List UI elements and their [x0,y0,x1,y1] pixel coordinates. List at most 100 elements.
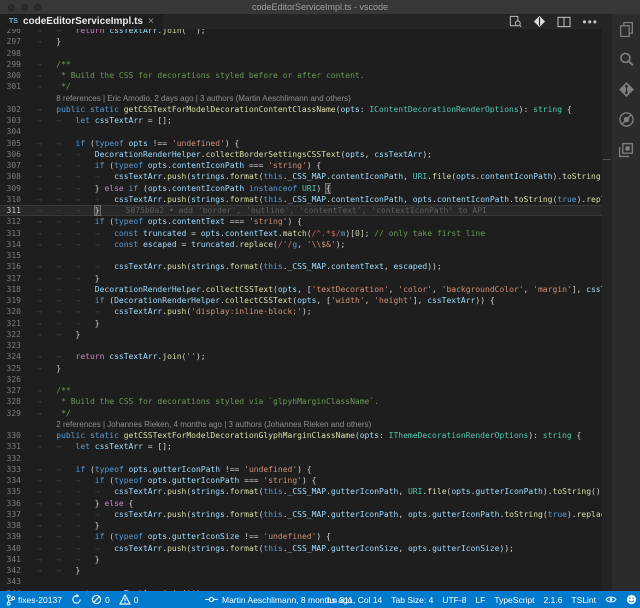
language-mode[interactable]: TypeScript [494,595,534,605]
code-line[interactable]: 314→ → → → const escaped = truncated.rep… [0,239,602,250]
code-line[interactable]: 308→ → → → cssTextArr.push(strings.forma… [0,171,602,182]
line-number[interactable]: 304 [0,126,21,137]
line-number[interactable]: 323 [0,340,21,351]
line-number[interactable]: 310 [0,194,21,205]
code-line[interactable]: 332 [0,453,602,464]
line-number[interactable]: 297 [0,36,21,47]
minimize-window-button[interactable] [21,4,28,11]
code-line[interactable]: 317→ → → } [0,273,602,284]
debug-icon[interactable] [618,111,635,128]
line-number[interactable]: 315 [0,250,21,261]
code-line[interactable]: 343 [0,576,602,587]
close-window-button[interactable] [8,4,15,11]
line-number[interactable]: 316 [0,261,21,272]
line-number[interactable]: 303 [0,115,21,126]
line-number[interactable]: 341 [0,554,21,565]
code-line[interactable]: 298 [0,48,602,59]
tab-close-icon[interactable]: × [148,16,154,27]
code-line[interactable]: 296→ → return cssTextArr.join(''); [0,29,602,36]
warning-indicator[interactable]: 0 [119,594,139,605]
code-line[interactable]: 336→ → → } else { [0,498,602,509]
codelens-text[interactable]: 8 references | Eric Amodio, 2 days ago |… [21,93,351,104]
line-number[interactable]: 343 [0,576,21,587]
code-line[interactable]: 320→ → → → cssTextArr.push('display:inli… [0,306,602,317]
line-number[interactable]: 340 [0,543,21,554]
search-icon[interactable] [618,51,635,68]
code-line[interactable]: 325→ } [0,363,602,374]
line-number[interactable]: 342 [0,565,21,576]
line-number[interactable]: 311 [0,205,21,216]
code-line[interactable]: 307→ → → if (typeof opts.contentIconPath… [0,160,602,171]
eol-indicator[interactable]: LF [475,595,485,605]
code-line[interactable]: 324→ → return cssTextArr.join(''); [0,351,602,362]
line-number[interactable]: 337 [0,509,21,520]
line-number[interactable]: 339 [0,531,21,542]
code-line[interactable]: 312→ → → if (typeof opts.contentText ===… [0,216,602,227]
code-line[interactable]: 329→ */ [0,408,602,419]
code-line[interactable]: 321→ → → } [0,318,602,329]
code-line[interactable]: 310→ → → → cssTextArr.push(strings.forma… [0,194,602,205]
code-line[interactable]: 306→ → → DecorationRenderHelper.collectB… [0,149,602,160]
typescript-version[interactable]: 2.1.6 [544,595,563,605]
zoom-window-button[interactable] [34,4,41,11]
code-line[interactable]: 301→ */ [0,81,602,92]
line-number[interactable]: 309 [0,183,21,194]
line-number[interactable]: 320 [0,306,21,317]
code-line[interactable]: 339→ → → if (typeof opts.gutterIconSize … [0,531,602,542]
code-line[interactable]: 335→ → → → cssTextArr.push(strings.forma… [0,486,602,497]
line-number[interactable]: 330 [0,430,21,441]
split-editor-icon[interactable] [557,16,571,28]
line-number[interactable]: 331 [0,441,21,452]
line-number[interactable]: 322 [0,329,21,340]
feedback-smiley-button[interactable] [626,594,637,605]
code-line[interactable]: 333→ → if (typeof opts.gutterIconPath !=… [0,464,602,475]
code-line[interactable]: 334→ → → if (typeof opts.gutterIconPath … [0,475,602,486]
preview-eye-button[interactable] [605,595,617,604]
line-number[interactable]: 324 [0,351,21,362]
line-number[interactable]: 299 [0,59,21,70]
line-number[interactable]: 329 [0,408,21,419]
code-line[interactable]: 311→ → → }5875b0a2 • add 'border', 'outl… [0,205,602,216]
error-indicator[interactable]: 0 [91,594,110,605]
vertical-scrollbar[interactable] [602,29,612,591]
code-line[interactable]: 304 [0,126,602,137]
line-number[interactable]: 328 [0,396,21,407]
line-number[interactable] [0,93,21,104]
tslint-status[interactable]: TSLint [571,595,596,605]
extensions-icon[interactable] [618,141,635,158]
code-line[interactable]: 305→ → if (typeof opts !== 'undefined') … [0,138,602,149]
code-line[interactable]: 322→ → } [0,329,602,340]
line-number[interactable]: 319 [0,295,21,306]
more-actions-icon[interactable]: ••• [582,19,598,25]
code-line[interactable]: 331→ → let cssTextArr = []; [0,441,602,452]
code-line[interactable]: 328→ * Build the CSS for decorations sty… [0,396,602,407]
line-number[interactable]: 332 [0,453,21,464]
line-number[interactable]: 334 [0,475,21,486]
code-line[interactable]: 315 [0,250,602,261]
code-line[interactable]: 297→ } [0,36,602,47]
line-number[interactable]: 327 [0,385,21,396]
code-line[interactable]: 341→ → → } [0,554,602,565]
code-line[interactable]: 326 [0,374,602,385]
line-number[interactable]: 333 [0,464,21,475]
tab-codeeditorserviceimpl[interactable]: TS codeEditorServiceImpl.ts × [0,14,163,29]
line-number[interactable]: 335 [0,486,21,497]
line-number[interactable]: 336 [0,498,21,509]
code-editor[interactable]: 296→ → return cssTextArr.join('');297→ }… [0,29,602,591]
line-number[interactable]: 321 [0,318,21,329]
code-line[interactable]: 316→ → → → cssTextArr.push(strings.forma… [0,261,602,272]
code-line[interactable]: 302→ public static getCSSTextForModelDec… [0,104,602,115]
open-preview-icon[interactable] [509,15,522,28]
line-number[interactable]: 306 [0,149,21,160]
line-number[interactable]: 313 [0,228,21,239]
line-number[interactable]: 300 [0,70,21,81]
code-line[interactable]: 337→ → → → cssTextArr.push(strings.forma… [0,509,602,520]
line-number[interactable]: 326 [0,374,21,385]
code-line[interactable]: 299→ /** [0,59,602,70]
line-number[interactable]: 308 [0,171,21,182]
open-changes-icon[interactable] [533,15,546,28]
code-line[interactable]: 319→ → → if (DecorationRenderHelper.coll… [0,295,602,306]
cursor-position[interactable]: Ln 311, Col 14 [328,595,383,605]
tab-size-indicator[interactable]: Tab Size: 4 [391,595,433,605]
line-number[interactable]: 307 [0,160,21,171]
